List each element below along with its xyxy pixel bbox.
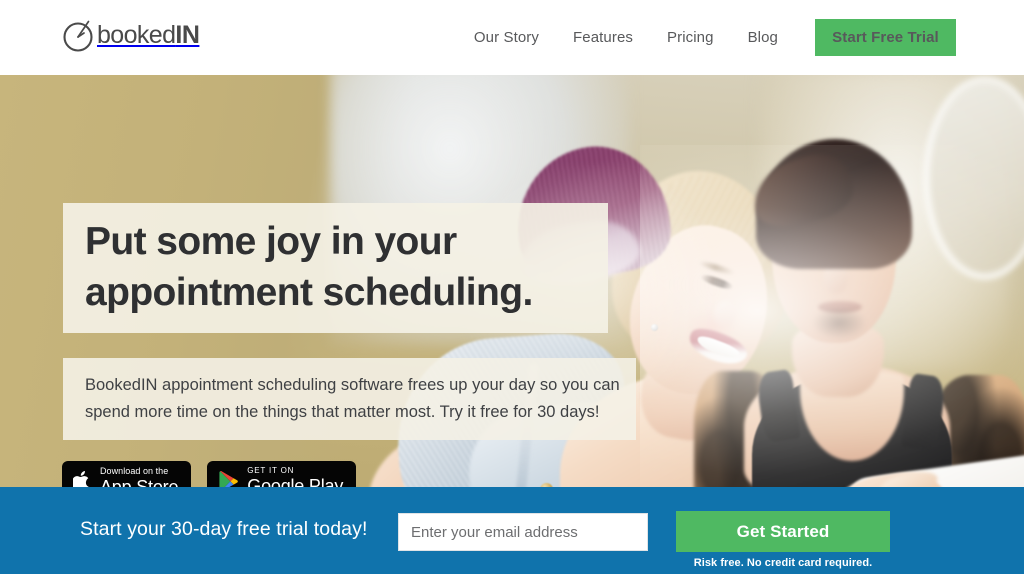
email-input[interactable] bbox=[398, 513, 648, 551]
photo-man-goatee bbox=[812, 307, 866, 339]
photo-woman-ear-piercing bbox=[651, 324, 658, 331]
app-store-badge-text: Download on the App Store bbox=[100, 465, 179, 488]
hero-subtext-line-2: spend more time on the things that matte… bbox=[85, 403, 600, 421]
start-free-trial-button[interactable]: Start Free Trial bbox=[815, 19, 956, 56]
photo-woman-nose bbox=[714, 301, 736, 327]
hero-section: Put some joy in your appointment schedul… bbox=[0, 75, 1024, 487]
hero-subtext-panel: BookedIN appointment scheduling software… bbox=[63, 358, 636, 440]
logo-text: bookedIN bbox=[97, 20, 200, 50]
no-credit-card-disclaimer: Risk free. No credit card required. bbox=[693, 557, 873, 569]
site-header: bookedIN Our Story Features Pricing Blog… bbox=[0, 0, 1024, 75]
primary-navigation: Our Story Features Pricing Blog Start Fr… bbox=[457, 0, 956, 75]
google-play-icon bbox=[218, 470, 239, 487]
nav-item-pricing[interactable]: Pricing bbox=[650, 29, 731, 46]
hero-headline-panel: Put some joy in your appointment schedul… bbox=[63, 203, 608, 333]
google-play-badge-text: GET IT ON Google Play bbox=[247, 466, 344, 488]
nav-item-blog[interactable]: Blog bbox=[731, 29, 795, 46]
get-started-button[interactable]: Get Started bbox=[676, 511, 890, 552]
clock-circle-icon bbox=[60, 16, 98, 54]
app-store-badge-large: App Store bbox=[100, 476, 179, 488]
app-store-badge[interactable]: Download on the App Store bbox=[62, 461, 192, 488]
nav-item-our-story[interactable]: Our Story bbox=[457, 29, 556, 46]
google-play-badge[interactable]: GET IT ON Google Play bbox=[207, 461, 357, 488]
landing-page: bookedIN Our Story Features Pricing Blog… bbox=[0, 0, 1024, 574]
hero-headline-line-2: appointment scheduling. bbox=[85, 271, 533, 314]
google-play-badge-large: Google Play bbox=[247, 476, 344, 487]
logo-text-light: booked bbox=[97, 20, 176, 49]
google-play-badge-small: GET IT ON bbox=[247, 466, 295, 475]
logo-text-bold: IN bbox=[175, 20, 200, 49]
site-logo[interactable]: bookedIN bbox=[60, 16, 200, 54]
apple-logo-icon bbox=[73, 470, 92, 487]
trial-cta-inner: Start your 30-day free trial today! Get … bbox=[0, 487, 1024, 574]
trial-cta-title: Start your 30-day free trial today! bbox=[80, 518, 368, 540]
trial-cta-bar: Start your 30-day free trial today! Get … bbox=[0, 487, 1024, 574]
app-store-badges: Download on the App Store GET IT ON Goog… bbox=[62, 461, 357, 488]
hero-subtext-line-1: BookedIN appointment scheduling software… bbox=[85, 376, 620, 395]
nav-item-features[interactable]: Features bbox=[556, 29, 650, 46]
hero-headline-line-1: Put some joy in your bbox=[85, 220, 457, 264]
app-store-badge-small: Download on the bbox=[100, 465, 169, 476]
